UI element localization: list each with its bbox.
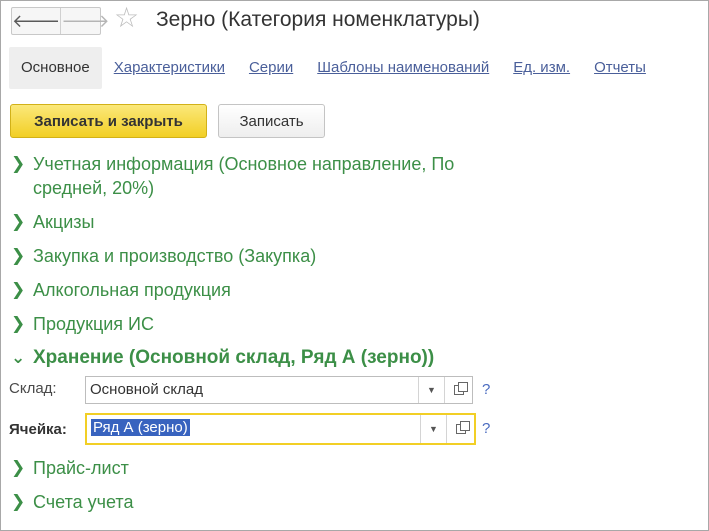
warehouse-help-icon[interactable]: ? — [482, 380, 490, 400]
cell-label: Ячейка: — [9, 421, 67, 438]
group-label: Закупка и производство (Закупка) — [33, 246, 317, 266]
chevron-down-icon: ⌄ — [11, 348, 26, 367]
tab-characteristics[interactable]: Характеристики — [102, 47, 237, 89]
group-label: Учетная информация (Основное направление… — [33, 154, 455, 198]
open-form-icon[interactable] — [444, 377, 472, 403]
group-label: Акцизы — [33, 212, 95, 232]
chevron-right-icon: ❯ — [11, 492, 26, 511]
save-and-close-button[interactable]: Записать и закрыть — [10, 104, 207, 138]
tab-bar: Основное Характеристики Серии Шаблоны на… — [9, 47, 658, 89]
warehouse-field[interactable]: Основной склад ▼ — [85, 376, 473, 404]
warehouse-value[interactable]: Основной склад — [86, 377, 418, 403]
group-storage[interactable]: ⌄ Хранение (Основной склад, Ряд А (зерно… — [11, 346, 434, 370]
cell-value-selection: Ряд А (зерно) — [91, 419, 190, 436]
chevron-right-icon: ❯ — [11, 280, 26, 299]
tab-series[interactable]: Серии — [237, 47, 305, 89]
tab-reports[interactable]: Отчеты — [582, 47, 658, 89]
tab-main[interactable]: Основное — [9, 47, 102, 89]
group-label: Счета учета — [33, 492, 134, 512]
navigation-buttons: 🡐 🡒 — [11, 7, 110, 35]
forward-arrow-icon[interactable]: 🡒 — [60, 8, 110, 34]
group-excise[interactable]: ❯ Акцизы — [11, 210, 94, 234]
group-price-list[interactable]: ❯ Прайс-лист — [11, 456, 129, 480]
group-is-products[interactable]: ❯ Продукция ИС — [11, 312, 154, 336]
group-accounts[interactable]: ❯ Счета учета — [11, 490, 134, 514]
cell-help-icon[interactable]: ? — [482, 419, 490, 439]
group-label: Прайс-лист — [33, 458, 129, 478]
dropdown-arrow-icon[interactable]: ▼ — [420, 415, 446, 443]
page-title: Зерно (Категория номенклатуры) — [156, 8, 480, 31]
chevron-right-icon: ❯ — [11, 458, 26, 477]
group-label: Алкогольная продукция — [33, 280, 231, 300]
group-purchase-production[interactable]: ❯ Закупка и производство (Закупка) — [11, 244, 316, 268]
group-label: Продукция ИС — [33, 314, 154, 334]
chevron-right-icon: ❯ — [11, 212, 26, 231]
group-accounting-info[interactable]: ❯ Учетная информация (Основное направлен… — [11, 152, 531, 200]
open-form-icon[interactable] — [446, 415, 474, 443]
chevron-right-icon: ❯ — [11, 314, 26, 333]
dropdown-arrow-icon[interactable]: ▼ — [418, 377, 444, 403]
chevron-right-icon: ❯ — [11, 154, 26, 173]
chevron-right-icon: ❯ — [11, 246, 26, 265]
form-window: 🡐 🡒 ☆ Зерно (Категория номенклатуры) Осн… — [0, 0, 709, 531]
group-label: Хранение (Основной склад, Ряд А (зерно)) — [33, 347, 435, 368]
warehouse-label: Склад: — [9, 380, 57, 397]
tab-units[interactable]: Ед. изм. — [501, 47, 582, 89]
tab-name-templates[interactable]: Шаблоны наименований — [305, 47, 501, 89]
favorite-star-icon[interactable]: ☆ — [114, 3, 139, 33]
group-alcohol[interactable]: ❯ Алкогольная продукция — [11, 278, 231, 302]
cell-field[interactable]: Ряд А (зерно) ▼ — [85, 413, 476, 445]
cell-value[interactable]: Ряд А (зерно) — [87, 415, 420, 443]
back-arrow-icon[interactable]: 🡐 — [12, 8, 60, 34]
save-button[interactable]: Записать — [218, 104, 325, 138]
